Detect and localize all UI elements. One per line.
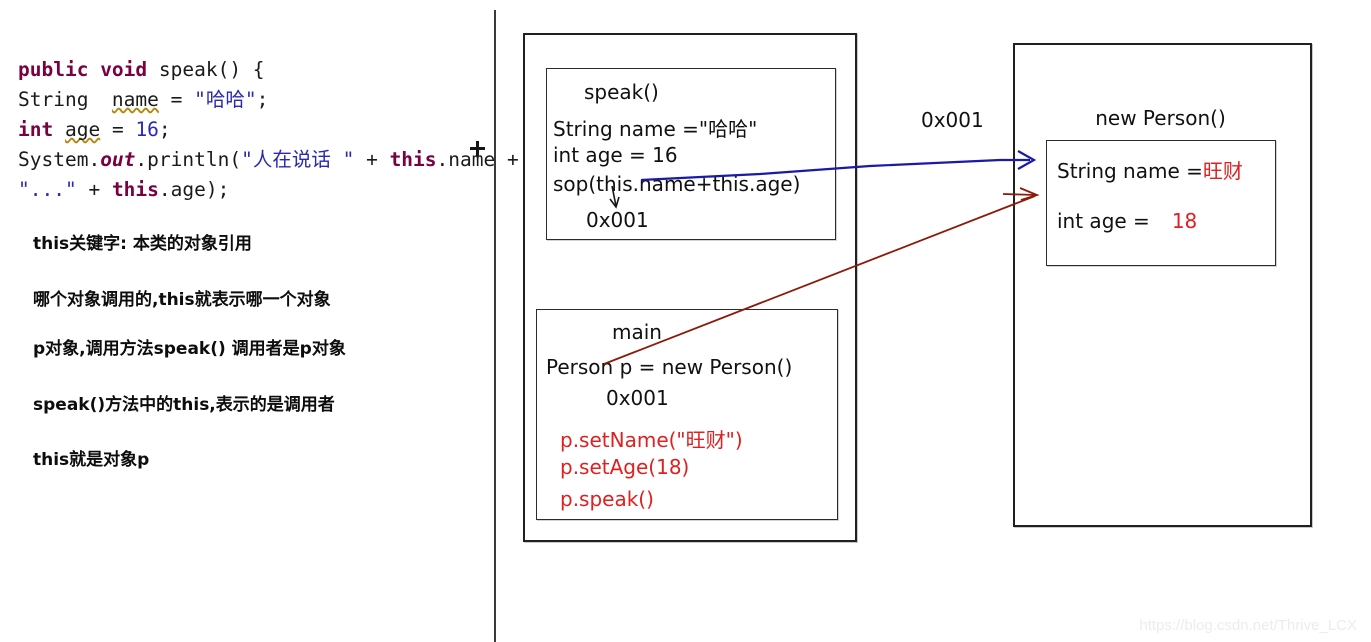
note-line-1: this关键字: 本类的对象引用: [33, 234, 252, 254]
main-frame-call-setage: p.setAge(18): [560, 455, 690, 479]
code-token: String: [18, 88, 112, 111]
code-token: ;: [158, 118, 171, 141]
code-token: System.: [18, 148, 101, 171]
note-line-3: p对象,调用方法speak() 调用者是p对象: [33, 339, 346, 359]
code-token: this: [389, 148, 437, 171]
code-token: public: [18, 58, 101, 81]
speak-frame-age-line: int age = 16: [553, 143, 678, 167]
main-frame-address: 0x001: [606, 386, 669, 410]
code-token: this: [111, 178, 159, 201]
reference-address-label: 0x001: [921, 108, 984, 132]
heap-object-title: new Person(): [1095, 106, 1226, 130]
person-name-field: String name =旺财: [1057, 155, 1243, 184]
code-token: .name +: [436, 148, 519, 171]
main-frame-title: main: [612, 320, 662, 344]
speak-frame-sop-line: sop(this.name+this.age): [553, 172, 801, 196]
code-token: "哈哈": [194, 88, 257, 111]
person-age-label: int age =: [1057, 209, 1150, 233]
code-token: "...": [18, 178, 77, 201]
person-age-value: 18: [1171, 209, 1198, 233]
code-line-3: int age = 16;: [18, 115, 488, 145]
code-token: name: [111, 88, 159, 111]
code-token: age: [64, 118, 101, 141]
code-token: speak() {: [158, 58, 265, 81]
note-line-2: 哪个对象调用的,this就表示哪一个对象: [33, 290, 331, 310]
code-token: =: [100, 118, 136, 141]
code-token: +: [76, 178, 112, 201]
code-token: .println(: [135, 148, 242, 171]
vertical-divider: [494, 10, 496, 642]
code-token: .age);: [158, 178, 230, 201]
code-token: int: [18, 118, 65, 141]
code-token: void: [100, 58, 159, 81]
speak-frame-title: speak(): [584, 80, 659, 104]
code-token: out: [100, 148, 136, 171]
main-frame-call-speak: p.speak(): [560, 487, 654, 511]
main-frame-declaration: Person p = new Person(): [546, 355, 793, 379]
main-frame-call-setname: p.setName("旺财"): [560, 428, 743, 452]
site-watermark: https://blog.csdn.net/Thrive_LCX: [1139, 617, 1357, 634]
person-name-label: String name =: [1057, 159, 1203, 183]
note-line-4: speak()方法中的this,表示的是调用者: [33, 395, 335, 415]
speak-frame-name-line: String name ="哈哈": [553, 117, 758, 141]
code-line-5: "..." + this.age);: [18, 175, 488, 205]
person-age-field: int age = 18: [1057, 209, 1197, 233]
note-line-5: this就是对象p: [33, 450, 150, 470]
code-token: ;: [256, 88, 269, 111]
java-code-block: public void speak() {String name = "哈哈";…: [18, 55, 519, 205]
code-line-2: String name = "哈哈";: [18, 85, 488, 115]
code-line-4: System.out.println("人在说话 " + this.name +: [18, 145, 519, 175]
person-name-value: 旺财: [1202, 159, 1243, 183]
speak-frame-address: 0x001: [586, 208, 649, 232]
code-token: "人在说话 ": [241, 148, 355, 171]
code-token: 16: [135, 118, 159, 141]
code-token: +: [354, 148, 390, 171]
code-line-1: public void speak() {: [18, 55, 488, 85]
code-token: =: [158, 88, 195, 111]
slide-canvas: public void speak() {String name = "哈哈";…: [0, 0, 1371, 642]
